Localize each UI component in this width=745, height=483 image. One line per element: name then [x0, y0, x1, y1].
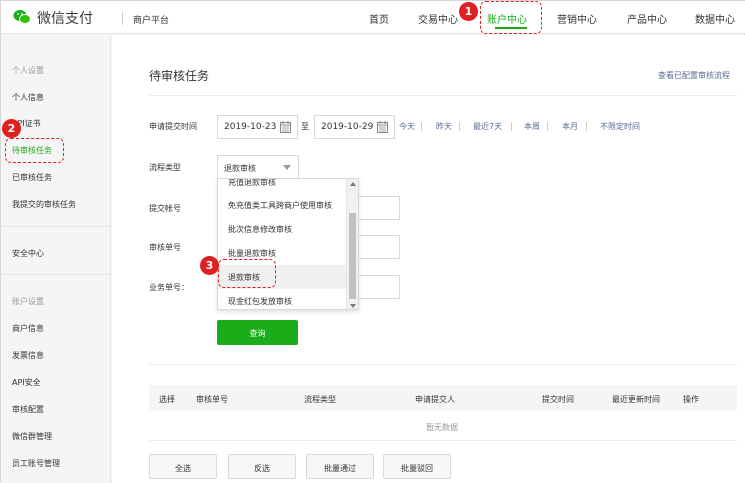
platform-name: 商户平台: [133, 16, 170, 26]
quick-this-month[interactable]: 本月: [562, 121, 578, 132]
quick-today[interactable]: 今天: [399, 121, 415, 132]
title-divider: [149, 95, 737, 96]
col-updated-time: 最近更新时间: [612, 395, 660, 404]
wechat-pay-logo-icon: [13, 10, 31, 24]
audit-no-label: 审核单号: [149, 243, 181, 252]
sidebar: 个人设置 个人信息 API证书 待审核任务 已审核任务 我提交的审核任务 安全中…: [1, 35, 111, 483]
col-actions: 操作: [683, 395, 699, 404]
page-title: 待审核任务: [149, 69, 210, 83]
quick-this-week[interactable]: 本周: [524, 121, 540, 132]
dropdown-option-batch-info-edit[interactable]: 批次信息修改审核: [218, 217, 348, 241]
col-submit-time: 提交时间: [542, 395, 574, 404]
quick-separator: [586, 122, 587, 131]
batch-reject-button[interactable]: 批量驳回: [383, 454, 451, 479]
sidebar-item-personal-info[interactable]: 个人信息: [12, 92, 44, 103]
col-audit-no: 审核单号: [196, 395, 228, 404]
sidebar-group-personal: 个人设置: [12, 66, 44, 75]
select-all-button[interactable]: 全选: [149, 454, 217, 479]
annotation-marker-1: 1: [459, 2, 478, 21]
top-header: 微信支付 商户平台 首页 交易中心 账户中心 营销中心 产品中心 数据中心: [1, 1, 745, 34]
flow-type-label: 流程类型: [149, 163, 181, 172]
scroll-up-icon[interactable]: [350, 182, 356, 186]
nav-product-center[interactable]: 产品中心: [627, 11, 667, 26]
date-to-value: 2019-10-29: [321, 122, 374, 132]
dropdown-scrollbar[interactable]: [346, 179, 358, 309]
sidebar-item-api-security[interactable]: API安全: [12, 377, 41, 388]
logo-text[interactable]: 微信支付: [37, 8, 93, 28]
query-button[interactable]: 查询: [217, 320, 298, 345]
sidebar-item-invoice-info[interactable]: 发票信息: [12, 350, 44, 361]
quick-unlimited[interactable]: 不限定时间: [600, 121, 640, 132]
sidebar-item-security[interactable]: 安全中心: [12, 248, 44, 259]
sidebar-divider: [1, 274, 110, 275]
col-submitter: 申请提交人: [415, 395, 455, 404]
quick-separator: [511, 122, 512, 131]
scrollbar-thumb[interactable]: [349, 213, 356, 299]
invert-selection-button[interactable]: 反选: [228, 454, 296, 479]
annotation-box-refund-option: [218, 259, 276, 288]
flow-type-select[interactable]: 退款审核: [217, 155, 299, 179]
sidebar-item-audit-config[interactable]: 审核配置: [12, 404, 44, 415]
empty-text: 暂无数据: [426, 423, 458, 432]
logo-divider: [122, 12, 123, 25]
quick-separator: [459, 122, 460, 131]
annotation-box-account-center: [480, 1, 542, 34]
quick-separator: [421, 122, 422, 131]
sidebar-group-account: 账户设置: [12, 297, 44, 306]
quick-separator: [547, 122, 548, 131]
calendar-icon[interactable]: [280, 121, 291, 133]
date-from-input[interactable]: 2019-10-23: [217, 115, 298, 139]
sidebar-item-wechat-group[interactable]: 微信群管理: [12, 431, 52, 442]
table-header: 选择 审核单号 流程类型 申请提交人 提交时间 最近更新时间 操作: [149, 385, 737, 411]
sidebar-item-staff-accounts[interactable]: 员工账号管理: [12, 458, 60, 469]
sidebar-divider: [1, 226, 110, 227]
dropdown-option-red-packet[interactable]: 现金红包发放审核: [218, 289, 348, 309]
dropdown-option-cross-merchant[interactable]: 免充值类工具跨商户使用审核: [218, 193, 348, 217]
flow-type-value: 退款审核: [224, 164, 256, 173]
nav-home[interactable]: 首页: [369, 11, 389, 26]
app-frame: 微信支付 商户平台 首页 交易中心 账户中心 营销中心 产品中心 数据中心 个人…: [0, 0, 745, 483]
sidebar-item-my-submitted[interactable]: 我提交的审核任务: [12, 199, 76, 210]
dropdown-option-recharge-refund[interactable]: 充值退款审核: [218, 179, 348, 194]
calendar-icon[interactable]: [377, 121, 388, 133]
date-to-input[interactable]: 2019-10-29: [314, 115, 395, 139]
submitter-label: 提交帐号: [149, 204, 181, 213]
quick-yesterday[interactable]: 昨天: [436, 121, 452, 132]
nav-data-center[interactable]: 数据中心: [695, 11, 735, 26]
nav-trade-center[interactable]: 交易中心: [418, 11, 458, 26]
view-config-link[interactable]: 查看已配置审核流程: [658, 70, 730, 81]
sidebar-item-merchant-info[interactable]: 商户信息: [12, 323, 44, 334]
chevron-down-icon: [283, 165, 291, 170]
sidebar-item-reviewed-tasks[interactable]: 已审核任务: [12, 172, 52, 183]
annotation-marker-2: 2: [2, 119, 21, 138]
annotation-marker-3: 3: [200, 256, 219, 275]
nav-marketing-center[interactable]: 营销中心: [557, 11, 597, 26]
col-select: 选择: [159, 395, 175, 404]
annotation-box-pending-tasks: [5, 138, 64, 163]
submit-time-label: 申请提交时间: [149, 122, 197, 131]
scroll-down-icon[interactable]: [350, 304, 356, 308]
business-no-label: 业务单号：: [149, 283, 189, 292]
date-from-value: 2019-10-23: [224, 122, 277, 132]
flow-type-dropdown: 充值退款审核 免充值类工具跨商户使用审核 批次信息修改审核 批量退款审核 退款审…: [217, 178, 359, 310]
quick-last-7-days[interactable]: 最近7天: [473, 121, 502, 132]
batch-approve-button[interactable]: 批量通过: [306, 454, 374, 479]
col-flow-type: 流程类型: [304, 395, 336, 404]
to-label: 至: [301, 122, 309, 131]
section-divider: [149, 364, 737, 365]
table-empty-row: 暂无数据: [149, 411, 737, 441]
